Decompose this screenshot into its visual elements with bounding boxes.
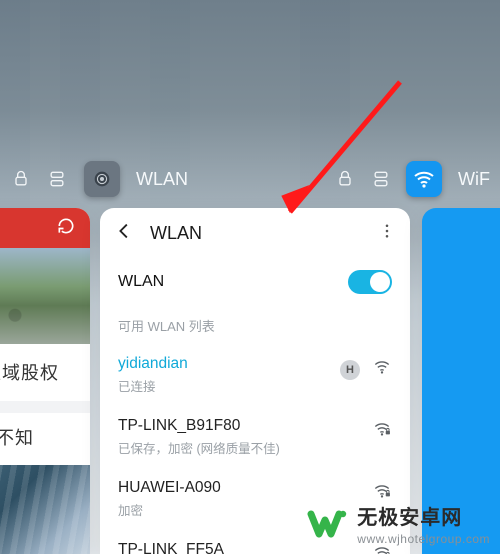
network-status: 已连接 [118, 376, 340, 395]
divider [0, 401, 90, 413]
news-app-card[interactable]: 事 区域股权 人都不知 [0, 208, 90, 554]
task-header-row: WLAN WiF [0, 158, 500, 200]
split-screen-icon[interactable] [370, 168, 392, 190]
network-ssid: yidiandian [118, 355, 340, 373]
settings-app-icon [84, 161, 120, 197]
network-ssid: HUAWEI-A090 [118, 479, 372, 497]
task-right-group[interactable]: WiF [334, 161, 490, 197]
news-headline: 事 区域股权 [0, 344, 90, 401]
wlan-toggle-switch[interactable] [348, 270, 392, 294]
task-label-wlan: WLAN [136, 169, 188, 190]
watermark-url: www.wjhotelgroup.com [357, 532, 490, 546]
more-icon[interactable] [378, 222, 396, 245]
wifi-signal-icon [372, 419, 392, 444]
task-center-group[interactable]: WLAN [84, 161, 188, 197]
lock-icon[interactable] [334, 168, 356, 190]
watermark-logo-icon [307, 504, 347, 544]
wlan-header: WLAN [100, 208, 410, 260]
network-icons [372, 419, 392, 444]
watermark: 无极安卓网 www.wjhotelgroup.com [307, 501, 490, 546]
task-left-group [10, 168, 68, 190]
page-title: WLAN [150, 223, 202, 244]
recent-apps-screen: { "tasks": { "center": { "label": "WLAN"… [0, 0, 500, 554]
wlan-toggle-label: WLAN [118, 273, 164, 291]
news-thumbnail [0, 248, 90, 344]
network-status: 已保存，加密 (网络质量不佳) [118, 438, 372, 457]
news-thumbnail [0, 465, 90, 554]
lock-icon[interactable] [10, 168, 32, 190]
network-ssid: TP-LINK_B91F80 [118, 417, 372, 435]
news-headline: 人都不知 [0, 413, 90, 466]
wlan-toggle-row: WLAN [100, 260, 410, 308]
news-titlebar [0, 208, 90, 248]
available-networks-label: 可用 WLAN 列表 [100, 308, 410, 345]
network-row[interactable]: yidiandian 已连接H [100, 345, 410, 407]
task-label-wifi: WiF [458, 169, 490, 190]
watermark-brand: 无极安卓网 [357, 501, 490, 530]
watermark-text: 无极安卓网 www.wjhotelgroup.com [357, 501, 490, 546]
back-icon[interactable] [114, 220, 136, 247]
wifi-signal-icon [372, 357, 392, 382]
network-row[interactable]: TP-LINK_B91F80 已保存，加密 (网络质量不佳) [100, 407, 410, 469]
split-screen-icon[interactable] [46, 168, 68, 190]
network-icons: H [340, 357, 392, 382]
network-badge-icon: H [340, 360, 360, 380]
wifi-app-icon [406, 161, 442, 197]
refresh-icon[interactable] [56, 216, 76, 241]
